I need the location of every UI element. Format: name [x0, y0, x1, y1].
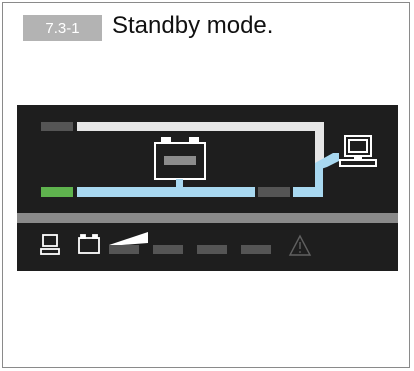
input-indicator-on	[41, 187, 73, 197]
figure-frame: 7.3-1 Standby mode.	[2, 2, 410, 368]
section-number-badge: 7.3-1	[23, 15, 102, 41]
power-flow-line-up	[315, 167, 323, 197]
ups-display-graphic	[17, 122, 398, 256]
separator-bar	[17, 213, 398, 223]
warning-triangle-icon	[288, 234, 312, 256]
inverter-indicator-off	[258, 187, 290, 197]
bypass-line-top	[77, 122, 324, 131]
status-battery-icon	[78, 234, 100, 254]
level-bar-2	[153, 245, 183, 254]
ups-display-panel	[17, 105, 398, 271]
section-title: Standby mode.	[112, 12, 274, 39]
power-flow-line-left	[77, 187, 255, 197]
computer-icon	[339, 135, 377, 167]
battery-icon	[154, 137, 206, 180]
load-level-ramp-icon	[109, 232, 148, 246]
bypass-indicator-off	[41, 122, 73, 131]
status-computer-icon	[40, 234, 60, 255]
level-bar-4	[241, 245, 271, 254]
level-bar-1	[109, 245, 139, 254]
bypass-line-right	[315, 122, 324, 165]
level-bar-3	[197, 245, 227, 254]
